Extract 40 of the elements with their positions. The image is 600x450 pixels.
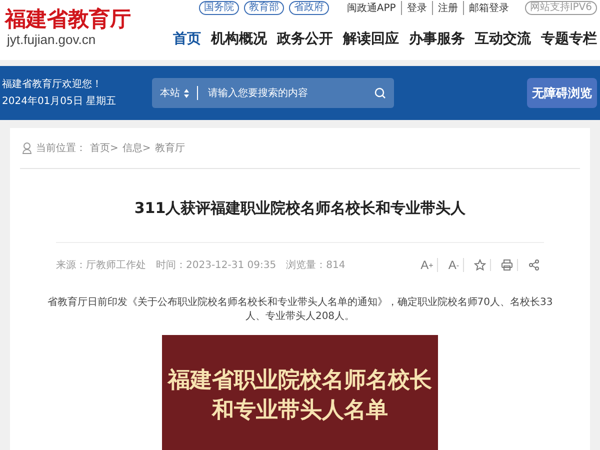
breadcrumb-label: 当前位置： bbox=[36, 142, 86, 155]
article-title: 311人获评福建职业院校名师名校长和专业带头人 bbox=[56, 169, 544, 243]
share-icon bbox=[528, 259, 540, 271]
top-link[interactable]: 注册 bbox=[438, 1, 464, 15]
gov-link[interactable]: 省政府 bbox=[288, 1, 329, 15]
nav-item[interactable]: 办事服务 bbox=[409, 30, 465, 48]
search-field[interactable]: 本站 请输入您要搜索的内容 bbox=[152, 78, 394, 108]
site-domain: jyt.fujian.gov.cn bbox=[7, 32, 97, 47]
date-text: 2024年01月05日 星期五 bbox=[2, 94, 118, 109]
breadcrumb-link[interactable]: 信息> bbox=[122, 141, 151, 155]
top-link[interactable]: 邮箱登录 bbox=[468, 1, 514, 15]
nav-item[interactable]: 互动交流 bbox=[475, 30, 531, 48]
time-text: 时间：2023-12-31 09:35 bbox=[156, 258, 276, 272]
nav-item[interactable]: 机构概况 bbox=[211, 30, 267, 48]
poster-heading: 福建省职业院校名师名校长 bbox=[168, 366, 432, 395]
font-increase-button[interactable]: A$^{+}$ bbox=[416, 258, 438, 272]
sort-arrows-icon bbox=[184, 88, 189, 98]
article-paragraph: 省教育厅日前印发《关于公布职业院校名师名校长和专业带头人名单的通知》，确定职业院校名师70人、名校长33人、专业带头人208人。 bbox=[46, 296, 554, 323]
welcome-text: 福建省教育厅欢迎您！ bbox=[2, 78, 103, 92]
poster-heading: 和专业带头人名单 bbox=[212, 396, 388, 425]
breadcrumb-link[interactable]: 教育厅 bbox=[154, 141, 185, 155]
nav-item[interactable]: 首页 bbox=[173, 30, 201, 48]
nav-item[interactable]: 解读回应 bbox=[343, 30, 399, 48]
gov-link[interactable]: 教育部 bbox=[244, 1, 284, 15]
top-link[interactable]: 闽政通APP bbox=[346, 1, 402, 15]
breadcrumb-link[interactable]: 首页> bbox=[90, 141, 118, 155]
scope-select[interactable]: 本站 bbox=[160, 86, 198, 100]
nav-item[interactable]: 政务公开 bbox=[277, 30, 333, 48]
accessibility-button[interactable]: 无障碍浏览 bbox=[527, 78, 597, 108]
source-text: 来源：厅教师工作处 bbox=[56, 258, 146, 272]
nav-item[interactable]: 专题专栏 bbox=[541, 30, 597, 48]
font-decrease-button[interactable]: A$^{-}$ bbox=[444, 258, 464, 272]
top-link[interactable]: 登录 bbox=[406, 1, 433, 15]
gov-link[interactable]: 国务院 bbox=[198, 1, 239, 15]
printer-icon bbox=[501, 259, 513, 271]
star-icon bbox=[474, 259, 486, 271]
views-text: 浏览量：814 bbox=[286, 258, 346, 272]
search-icon[interactable] bbox=[374, 87, 386, 99]
site-logo[interactable]: 福建省教育厅 bbox=[5, 6, 131, 32]
ipv6-badge[interactable]: 网站支持IPV6 bbox=[524, 1, 597, 15]
